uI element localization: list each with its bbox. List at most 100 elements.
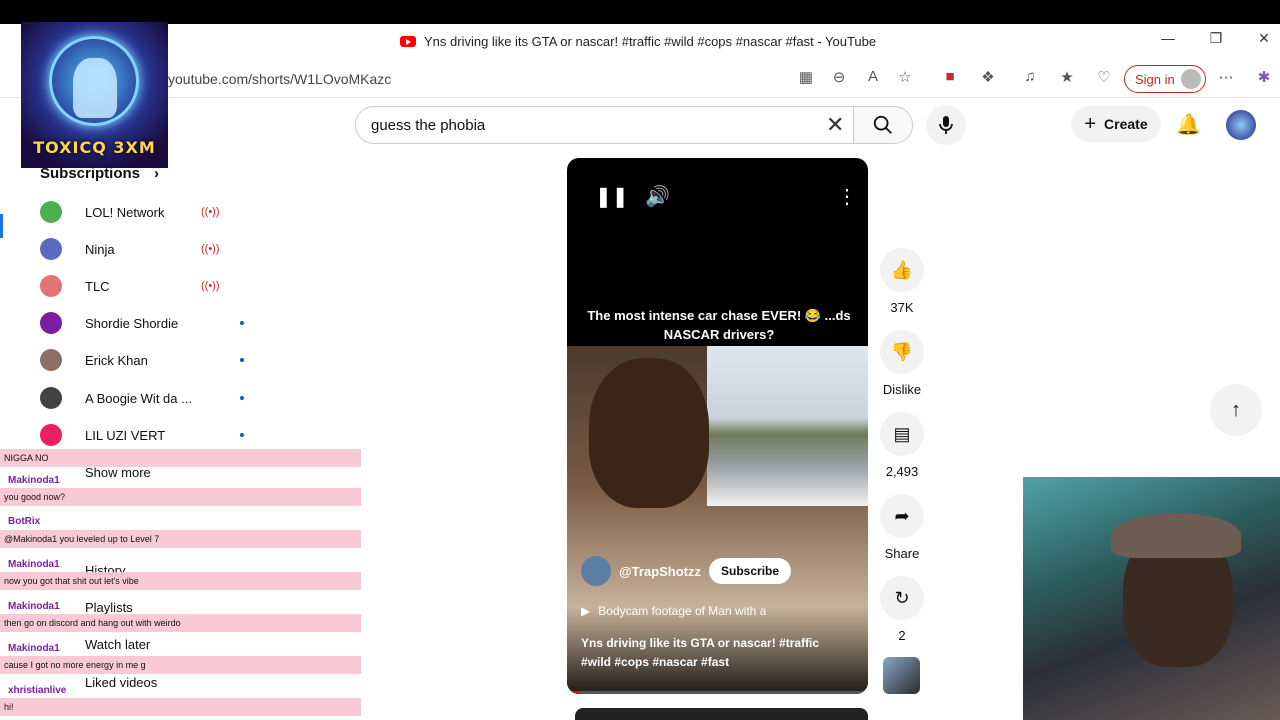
chevron-right-icon: ›: [154, 165, 160, 182]
share-label: Share: [884, 546, 920, 561]
url-field[interactable]: youtube.com/shorts/W1LOvoMKazc: [168, 71, 391, 87]
tab-title-text: Yns driving like its GTA or nascar! #tra…: [424, 34, 877, 49]
chat-message: then go on discord and hang out with wei…: [0, 614, 361, 632]
live-icon: ((•)): [201, 243, 220, 255]
close-window-icon[interactable]: ✕: [1254, 30, 1274, 47]
browser-essentials-icon[interactable]: ♫: [1019, 68, 1041, 85]
search-icon: [873, 115, 892, 134]
related-video-link[interactable]: ▶ Bodycam footage of Man with a: [581, 604, 766, 618]
sidebar-item-ninja[interactable]: Ninja ((•)): [40, 234, 220, 264]
streamer-logo-overlay: TOXICQ 3XM: [21, 22, 168, 168]
channel-row: @TrapShotzz Subscribe: [581, 556, 792, 586]
more-icon[interactable]: ⋮: [837, 184, 857, 209]
search-input[interactable]: guess the phobia: [355, 106, 854, 144]
sidebar-item-shordie-shordie[interactable]: Shordie Shordie: [40, 308, 244, 338]
logo-text: TOXICQ 3XM: [33, 138, 156, 157]
sidebar-item-lil-uzi-vert[interactable]: LIL UZI VERT: [40, 420, 244, 450]
volume-icon[interactable]: 🔊: [645, 184, 670, 209]
chat-message: now you got that shit out let's vibe: [0, 572, 361, 590]
streamer-webcam-overlay: [1023, 477, 1280, 720]
new-content-dot: [240, 321, 244, 325]
sidebar-item-erick-khan[interactable]: Erick Khan: [40, 345, 244, 375]
settings-more-icon[interactable]: ⋯: [1215, 68, 1237, 86]
chat-message: cause I got no more energy in me g: [0, 656, 361, 674]
search-button[interactable]: [853, 106, 913, 144]
progress-bar[interactable]: [567, 691, 868, 694]
voice-search-button[interactable]: [926, 105, 966, 145]
create-button[interactable]: + Create: [1071, 106, 1161, 142]
dislike-icon: 👎: [880, 330, 924, 374]
pause-icon[interactable]: ❚❚: [595, 184, 629, 209]
copilot-icon[interactable]: ✱: [1253, 68, 1275, 86]
plus-icon: +: [1084, 112, 1097, 135]
channel-avatar: [40, 312, 62, 334]
share-button[interactable]: ➦ Share: [880, 494, 924, 561]
health-icon[interactable]: ♡: [1093, 68, 1115, 86]
chat-username: xhristianlive: [8, 685, 67, 696]
channel-avatar: [40, 387, 62, 409]
video-subject: [589, 358, 709, 508]
comment-count: 2,493: [885, 464, 919, 479]
subscribe-button[interactable]: Subscribe: [709, 558, 792, 584]
sign-in-label: Sign in: [1135, 71, 1175, 87]
remix-button[interactable]: ↻ 2: [880, 576, 924, 643]
channel-name: Erick Khan: [85, 352, 148, 368]
extensions-puzzle-icon[interactable]: ❖: [977, 68, 999, 86]
subscriptions-header[interactable]: Subscriptions ›: [40, 165, 159, 182]
sound-channel-thumbnail[interactable]: [883, 657, 920, 694]
bell-icon[interactable]: 🔔: [1176, 112, 1201, 137]
new-content-dot: [240, 433, 244, 437]
comments-button[interactable]: ▤ 2,493: [880, 412, 924, 479]
restore-icon[interactable]: ❐: [1206, 30, 1226, 47]
webcam-hat: [1111, 513, 1241, 558]
sidebar-item-lol-network[interactable]: LOL! Network ((•)): [40, 197, 220, 227]
browser-tab[interactable]: Yns driving like its GTA or nascar! #tra…: [400, 34, 876, 49]
channel-avatar: [40, 349, 62, 371]
channel-name: LIL UZI VERT: [85, 427, 166, 443]
channel-handle[interactable]: @TrapShotzz: [619, 564, 701, 579]
live-icon: ((•)): [201, 206, 220, 218]
play-icon: ▶: [581, 604, 591, 618]
video-caption: The most intense car chase EVER! 😂 ...ds…: [587, 308, 851, 342]
clear-search-icon[interactable]: ✕: [826, 112, 844, 138]
dislike-button[interactable]: 👎 Dislike: [880, 330, 924, 397]
next-short-preview[interactable]: [575, 708, 868, 720]
extension-red-icon[interactable]: ■: [939, 68, 961, 85]
channel-name: A Boogie Wit da ...: [85, 390, 192, 406]
channel-avatar[interactable]: [581, 556, 611, 586]
chat-message: hi!: [0, 698, 361, 716]
like-count: 37K: [890, 300, 914, 315]
arrow-up-icon: ↑: [1231, 398, 1241, 421]
apps-icon[interactable]: ▦: [795, 68, 817, 86]
sign-in-button[interactable]: Sign in: [1124, 65, 1206, 93]
chat-message: NIGGA NO: [0, 449, 361, 467]
previous-short-button[interactable]: ↑: [1210, 384, 1262, 436]
comment-icon: ▤: [880, 412, 924, 456]
dashcam-inset: [707, 346, 868, 506]
channel-name: TLC: [85, 278, 110, 294]
subscriptions-label: Subscriptions: [40, 165, 141, 182]
channel-name: Shordie Shordie: [85, 315, 179, 331]
favorites-icon[interactable]: ★: [1056, 68, 1078, 86]
read-aloud-icon[interactable]: A: [862, 68, 884, 85]
new-content-dot: [240, 396, 244, 400]
favorite-star-icon[interactable]: ☆: [894, 68, 916, 86]
zoom-icon[interactable]: ⊖: [828, 68, 850, 86]
sidebar-item-a-boogie[interactable]: A Boogie Wit da ...: [40, 383, 244, 413]
sidebar-item-tlc[interactable]: TLC ((•)): [40, 271, 220, 301]
shorts-player[interactable]: The most intense car chase EVER! 😂 ...ds…: [567, 158, 868, 694]
search-query-text: guess the phobia: [371, 116, 486, 134]
minimize-icon[interactable]: —: [1158, 30, 1178, 46]
remix-icon: ↻: [880, 576, 924, 620]
channel-avatar: [40, 238, 62, 260]
like-button[interactable]: 👍 37K: [880, 248, 924, 315]
left-accent: [0, 214, 3, 238]
live-icon: ((•)): [201, 280, 220, 292]
channel-name: LOL! Network: [85, 204, 165, 220]
progress-fill: [567, 691, 580, 694]
stream-chat-overlay: NIGGA NO Makinoda1 you good now? BotRix …: [0, 449, 361, 720]
chat-username: BotRix: [8, 516, 41, 527]
dislike-label: Dislike: [882, 382, 922, 397]
profile-avatar[interactable]: [1226, 110, 1256, 140]
chat-username: Makinoda1: [8, 643, 60, 654]
